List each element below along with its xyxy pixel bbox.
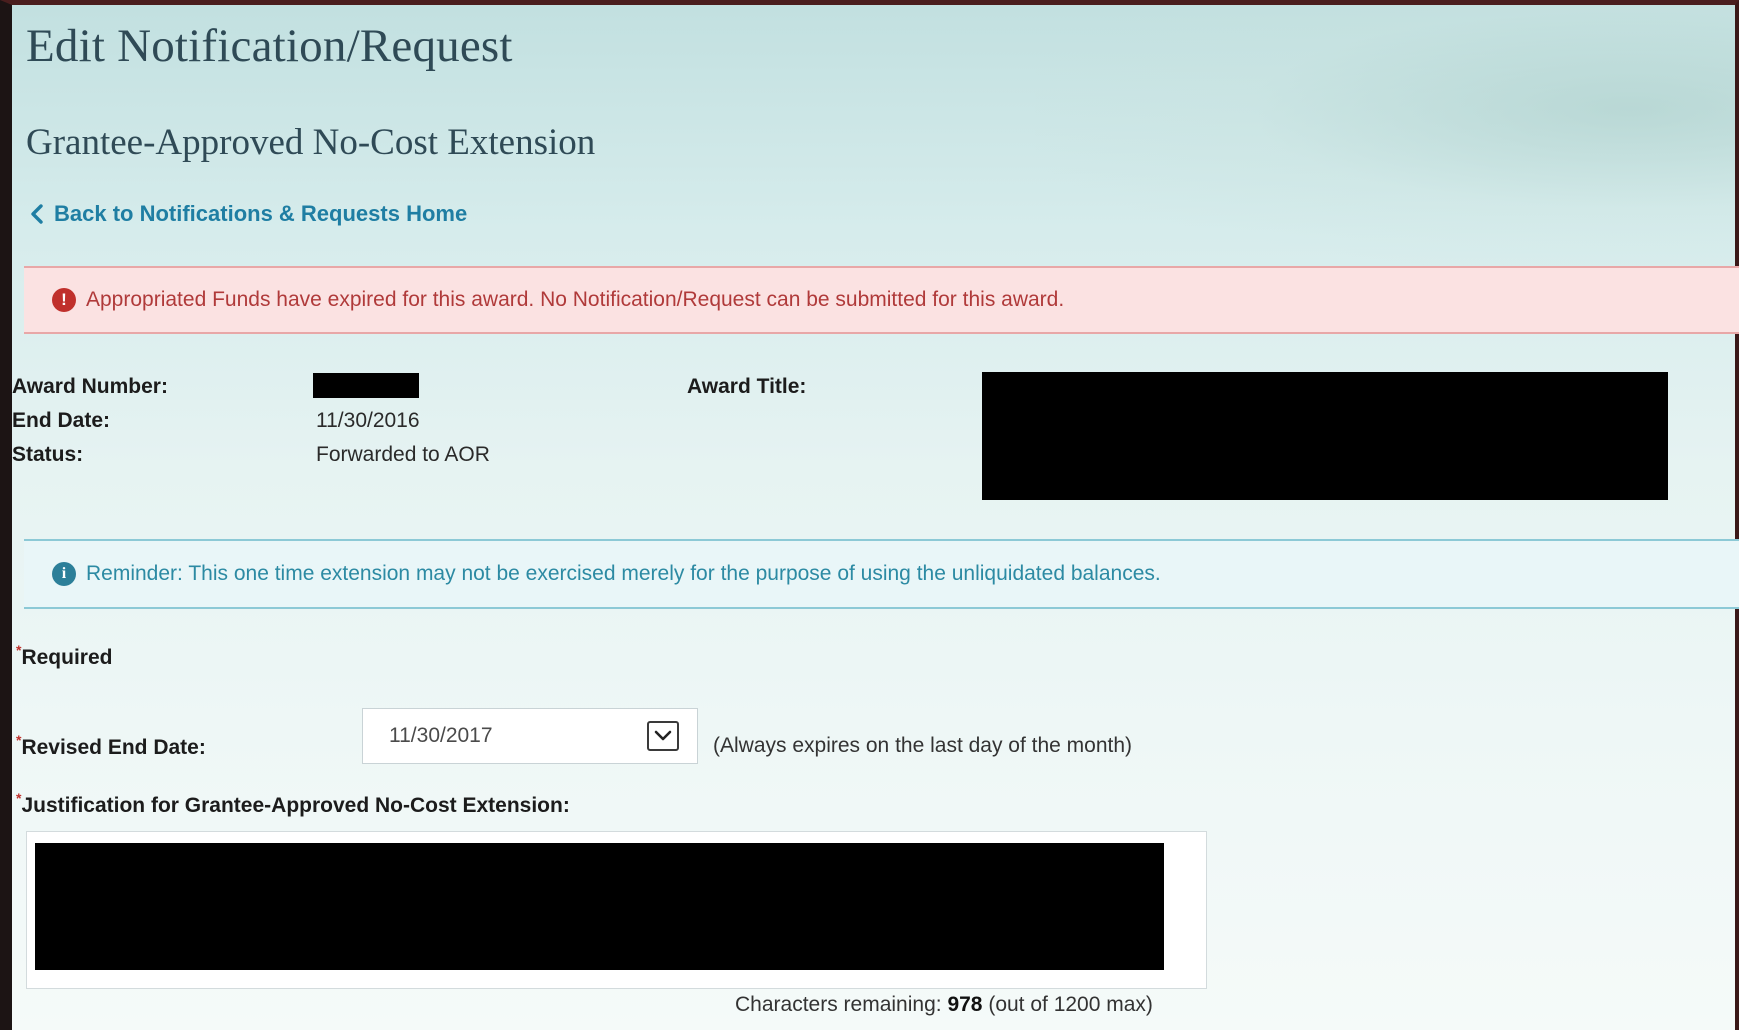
award-title-label: Award Title: bbox=[687, 375, 807, 398]
end-date-label: End Date: bbox=[12, 409, 111, 432]
justification-label-text: Justification for Grantee-Approved No-Co… bbox=[21, 794, 570, 817]
back-to-home-link[interactable]: Back to Notifications & Requests Home bbox=[30, 201, 467, 227]
award-title-value-redacted bbox=[982, 372, 1668, 500]
page-subtitle: Grantee-Approved No-Cost Extension bbox=[26, 122, 596, 163]
justification-textarea[interactable] bbox=[26, 831, 1207, 989]
award-number-value-redacted bbox=[313, 373, 419, 398]
back-link-label: Back to Notifications & Requests Home bbox=[54, 201, 468, 226]
revised-end-date-select[interactable]: 11/30/2017 bbox=[362, 708, 698, 764]
info-circle-icon: i bbox=[52, 562, 76, 586]
required-asterisk: * bbox=[16, 790, 22, 806]
status-value: Forwarded to AOR bbox=[316, 443, 490, 466]
revised-end-date-label-text: Revised End Date: bbox=[21, 736, 206, 759]
chars-remaining-suffix: (out of 1200 max) bbox=[988, 993, 1153, 1016]
chevron-left-icon bbox=[30, 204, 44, 224]
justification-text-redacted bbox=[35, 843, 1164, 970]
page-title: Edit Notification/Request bbox=[26, 20, 513, 72]
revised-end-date-hint: (Always expires on the last day of the m… bbox=[713, 734, 1133, 757]
status-label: Status: bbox=[12, 443, 84, 466]
exclamation-circle-icon: ! bbox=[52, 288, 76, 312]
end-date-value: 11/30/2016 bbox=[316, 409, 420, 432]
required-asterisk: * bbox=[16, 642, 22, 658]
expired-funds-alert: ! Appropriated Funds have expired for th… bbox=[24, 266, 1739, 334]
award-number-label: Award Number: bbox=[12, 375, 168, 398]
characters-remaining: Characters remaining: 978 (out of 1200 m… bbox=[735, 993, 1153, 1017]
required-note: *Required bbox=[16, 642, 113, 670]
required-asterisk: * bbox=[16, 732, 22, 748]
reminder-info-box: i Reminder: This one time extension may … bbox=[24, 539, 1739, 609]
reminder-message: Reminder: This one time extension may no… bbox=[86, 562, 1161, 585]
revised-end-date-value: 11/30/2017 bbox=[389, 724, 493, 747]
bottom-edge bbox=[0, 1030, 1739, 1034]
alert-message: Appropriated Funds have expired for this… bbox=[86, 288, 1065, 311]
chars-remaining-count: 978 bbox=[947, 993, 983, 1016]
chevron-down-icon[interactable] bbox=[647, 721, 679, 751]
revised-end-date-label: *Revised End Date: bbox=[16, 732, 206, 760]
required-note-text: Required bbox=[21, 646, 113, 669]
page-frame: Edit Notification/Request Grantee-Approv… bbox=[0, 0, 1739, 1034]
chars-remaining-prefix: Characters remaining: bbox=[735, 993, 942, 1016]
justification-label: *Justification for Grantee-Approved No-C… bbox=[16, 790, 570, 818]
